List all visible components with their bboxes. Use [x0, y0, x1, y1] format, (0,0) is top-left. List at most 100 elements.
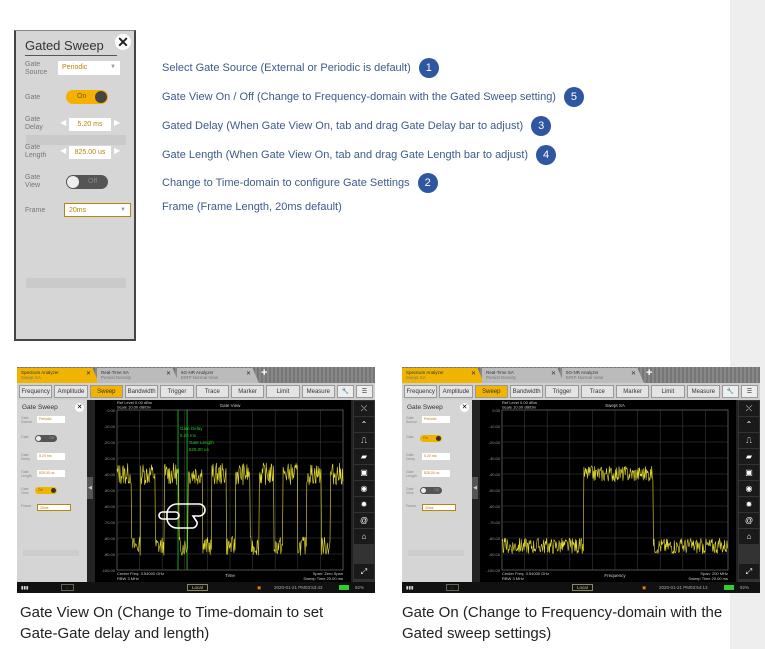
- menu-limit[interactable]: Limit: [651, 385, 685, 398]
- menu-marker[interactable]: Marker: [230, 385, 265, 398]
- gate-toggle[interactable]: On: [66, 90, 108, 104]
- expand-icon[interactable]: ⤢: [354, 564, 374, 579]
- y-tick-label: 0.00: [492, 408, 501, 413]
- at-sign-icon[interactable]: @: [739, 513, 759, 528]
- app-tab[interactable]: Spectrum Analyzer Swept SA ✕: [402, 368, 484, 383]
- peak-search-icon[interactable]: ⌃: [739, 417, 759, 432]
- trace-plot[interactable]: 0.00 -10.00 -20.00 -30.00 -40.00 -50.00 -60.00…: [95, 400, 351, 582]
- delay-field[interactable]: 5.20 ms: [422, 453, 450, 460]
- wrench-icon[interactable]: 🔧: [336, 385, 354, 398]
- menu-bandwidth[interactable]: Bandwidth: [124, 385, 159, 398]
- menu-trigger[interactable]: Trigger: [545, 385, 579, 398]
- hamburger-menu-icon[interactable]: ☰: [740, 385, 758, 398]
- decrement-arrow-icon[interactable]: ◀: [60, 146, 66, 155]
- y-tick-label: -10.00: [489, 424, 501, 429]
- menu-measure[interactable]: Measure: [301, 385, 335, 398]
- menu-sweep[interactable]: Sweep: [89, 385, 123, 398]
- length-field[interactable]: 825.00 us: [37, 470, 65, 477]
- y-tick-label: -20.00: [104, 440, 116, 445]
- menu-trace[interactable]: Trace: [580, 385, 614, 398]
- menu-sweep[interactable]: Sweep: [474, 385, 508, 398]
- close-icon[interactable]: ✕: [115, 34, 131, 50]
- annotation-number-badge: 3: [531, 116, 552, 136]
- close-icon[interactable]: ✕: [460, 403, 469, 412]
- collapse-panel-handle[interactable]: ◀: [87, 477, 93, 499]
- app-tab[interactable]: Spectrum Analyzer Swept SA ✕: [17, 368, 99, 383]
- expand-icon[interactable]: ⤢: [739, 564, 759, 579]
- menu-limit[interactable]: Limit: [266, 385, 300, 398]
- close-icon[interactable]: ✕: [166, 371, 171, 377]
- close-icon[interactable]: ✕: [471, 371, 476, 377]
- frame-field[interactable]: 20ms: [422, 504, 456, 511]
- peak-search-icon[interactable]: ⌃: [354, 417, 374, 432]
- trace-shape-icon[interactable]: ⎍: [739, 433, 759, 448]
- settings-gear-icon[interactable]: ✹: [739, 497, 759, 512]
- y-tick-label: 0.00: [107, 408, 116, 413]
- view-toggle[interactable]: On: [35, 487, 57, 494]
- folder-icon[interactable]: ▰: [354, 449, 374, 464]
- app-tab[interactable]: Real-Time SA Persist Density ✕: [97, 368, 179, 383]
- menu-marker[interactable]: Marker: [615, 385, 650, 398]
- camera-icon[interactable]: ◉: [739, 481, 759, 496]
- frame-select[interactable]: 20ms ▼: [64, 203, 131, 217]
- source-field[interactable]: Periodic: [422, 416, 450, 423]
- gps-indicator: ◌: [61, 584, 74, 591]
- home-icon[interactable]: ⌂: [739, 529, 759, 544]
- wrench-icon[interactable]: 🔧: [721, 385, 739, 398]
- gate-source-select[interactable]: Periodic ▼: [58, 61, 120, 75]
- rbw: RBW 3 MHz: [502, 576, 524, 581]
- app-tab[interactable]: 5G-NR Analyzer EIRP Normal View ✕: [177, 368, 259, 383]
- decrement-arrow-icon[interactable]: ◀: [60, 118, 66, 127]
- close-icon[interactable]: ✕: [86, 371, 91, 377]
- trace-plot[interactable]: 0.00 -10.00 -20.00 -30.00 -40.00 -50.00 -60.00…: [480, 400, 736, 582]
- battery-icon: [339, 585, 349, 590]
- save-icon[interactable]: ▣: [354, 465, 374, 480]
- folder-icon[interactable]: ▰: [739, 449, 759, 464]
- collapse-panel-handle[interactable]: ◀: [472, 477, 478, 499]
- source-field[interactable]: Periodic: [37, 416, 65, 423]
- menu-amplitude[interactable]: Amplitude: [54, 385, 88, 398]
- settings-gear-icon[interactable]: ✹: [354, 497, 374, 512]
- menu-trace[interactable]: Trace: [195, 385, 229, 398]
- gate-toggle[interactable]: On: [420, 435, 442, 442]
- delay-field[interactable]: 5.20 ms: [37, 453, 65, 460]
- menu-trigger[interactable]: Trigger: [160, 385, 194, 398]
- disabled-button: [23, 550, 79, 556]
- marker-peak-icon[interactable]: ⤬: [354, 401, 374, 416]
- marker-peak-icon[interactable]: ⤬: [739, 401, 759, 416]
- menu-amplitude[interactable]: Amplitude: [439, 385, 473, 398]
- close-icon[interactable]: ✕: [631, 371, 636, 377]
- menu-frequency[interactable]: Frequency: [19, 385, 53, 398]
- close-icon[interactable]: ✕: [551, 371, 556, 377]
- menu-bandwidth[interactable]: Bandwidth: [509, 385, 544, 398]
- increment-arrow-icon[interactable]: ▶: [114, 118, 120, 127]
- length-field[interactable]: 825.00 us: [422, 470, 450, 477]
- gated-sweep-panel: Gated Sweep ✕ Gate Source Periodic ▼ Gate…: [14, 30, 136, 341]
- y-tick-label: -80.00: [104, 536, 116, 541]
- add-tab-icon[interactable]: +: [646, 367, 652, 379]
- toggle-knob: [421, 488, 426, 493]
- camera-icon[interactable]: ◉: [354, 481, 374, 496]
- gate-delay-field[interactable]: 5.20 ms: [69, 118, 111, 131]
- view-toggle[interactable]: Off: [420, 487, 442, 494]
- save-icon[interactable]: ▣: [739, 465, 759, 480]
- trace-shape-icon[interactable]: ⎍: [354, 433, 374, 448]
- gps-indicator: ◌: [446, 584, 459, 591]
- app-tab[interactable]: 5G-NR Analyzer EIRP Normal View ✕: [562, 368, 644, 383]
- home-icon[interactable]: ⌂: [354, 529, 374, 544]
- menu-measure[interactable]: Measure: [686, 385, 720, 398]
- menu-frequency[interactable]: Frequency: [404, 385, 438, 398]
- at-sign-icon[interactable]: @: [354, 513, 374, 528]
- gate-length-field[interactable]: 825.00 us: [69, 146, 111, 159]
- increment-arrow-icon[interactable]: ▶: [114, 146, 120, 155]
- frame-field[interactable]: 20ms: [37, 504, 71, 511]
- right-toolbar: ⤬ ⌃ ⎍ ▰ ▣ ◉ ✹ @ ⌂ ⤢: [353, 400, 375, 582]
- close-icon[interactable]: ✕: [246, 371, 251, 377]
- app-tab[interactable]: Real-Time SA Persist Density ✕: [482, 368, 564, 383]
- gate-toggle[interactable]: Off: [35, 435, 57, 442]
- caption-gate-view-on: Gate View On (Change to Time-domain to s…: [20, 604, 324, 642]
- close-icon[interactable]: ✕: [75, 403, 84, 412]
- gate-view-toggle[interactable]: Off: [66, 175, 108, 189]
- add-tab-icon[interactable]: +: [261, 367, 267, 379]
- hamburger-menu-icon[interactable]: ☰: [355, 385, 373, 398]
